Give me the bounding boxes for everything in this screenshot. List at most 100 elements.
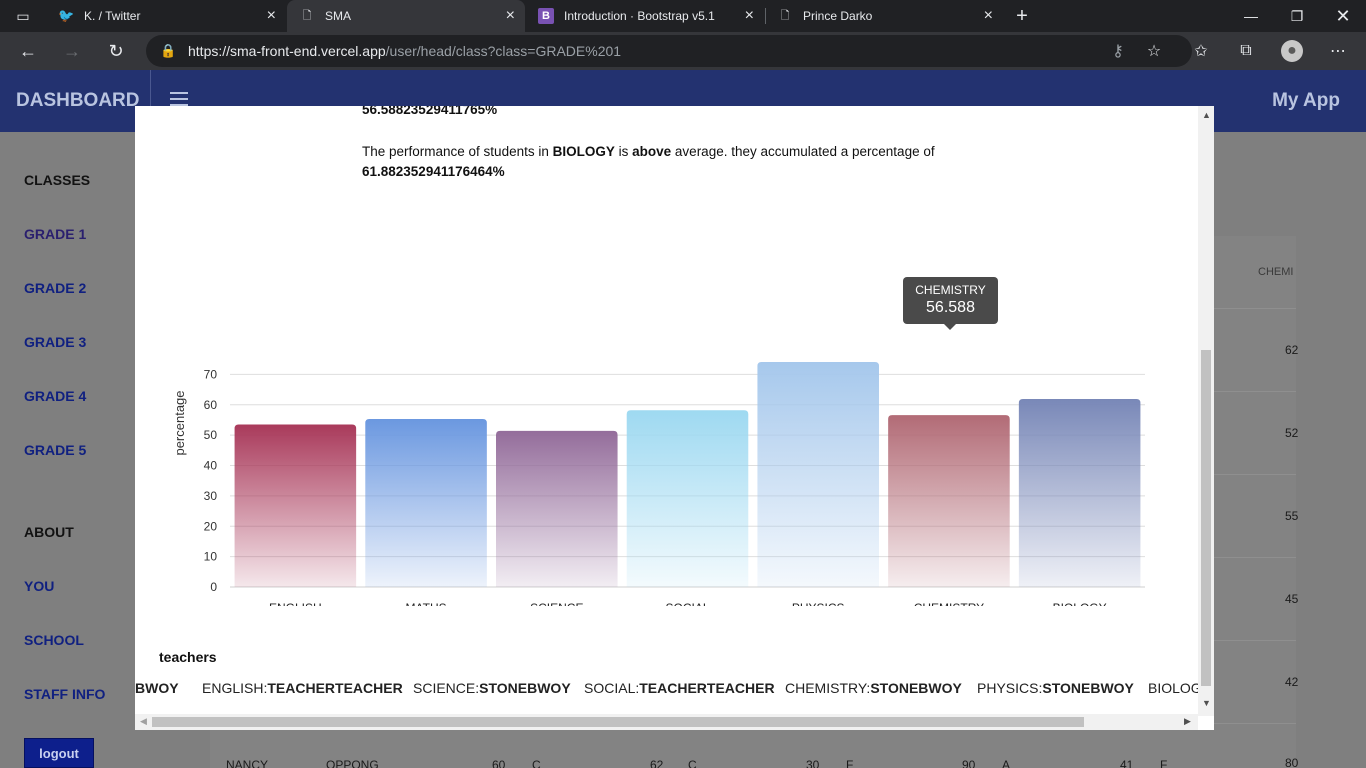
browser-window: ▭ 🐦 K. / Twitter × 🗋 SMA × B Introductio… (0, 0, 1366, 70)
y-tick-label: 30 (204, 489, 218, 503)
subject-performance-modal: 56.58823529411765% The performance of st… (135, 106, 1214, 730)
sidebar: CLASSES GRADE 1 GRADE 2 GRADE 3 GRADE 4 … (0, 132, 150, 768)
sidebar-item-staff-info[interactable]: STAFF INFO (24, 686, 105, 702)
teacher-subject: BIOLOG (1148, 680, 1202, 696)
tab-bootstrap[interactable]: B Introduction · Bootstrap v5.1 × (526, 0, 764, 32)
bar-science (496, 430, 618, 587)
scroll-left-icon[interactable]: ◀ (140, 716, 147, 727)
tab-twitter[interactable]: 🐦 K. / Twitter × (46, 0, 286, 32)
teacher-subject: CHEMISTRY: (785, 680, 871, 696)
more-icon[interactable]: ⋯ (1327, 40, 1349, 62)
app-name[interactable]: My App (1272, 90, 1340, 112)
tab-strip: ▭ 🐦 K. / Twitter × 🗋 SMA × B Introductio… (0, 0, 1366, 32)
close-icon[interactable]: × (506, 8, 515, 24)
table-cell: NANCY (226, 758, 269, 768)
new-tab-icon[interactable]: + (1002, 0, 1042, 32)
close-icon[interactable]: × (267, 8, 276, 24)
sidebar-item-school[interactable]: SCHOOL (24, 632, 84, 648)
classes-heading: CLASSES (24, 172, 91, 188)
x-tick-label: PHYSICS (792, 601, 845, 606)
tab-prince-darko[interactable]: 🗋 Prince Darko × (765, 0, 1003, 32)
sidebar-item-grade-5[interactable]: GRADE 5 (24, 442, 86, 458)
bar-biology (1018, 399, 1141, 587)
y-tick-label: 40 (204, 459, 218, 473)
horizontal-scroll-thumb[interactable] (152, 717, 1084, 727)
teacher-item: SOCIAL:TEACHERTEACHER (584, 680, 775, 696)
logout-button[interactable]: logout (24, 738, 94, 768)
tab-title: K. / Twitter (84, 9, 141, 23)
favorites-icon[interactable]: ✩ (1190, 40, 1212, 62)
dashboard-brand[interactable]: DASHBOARD (16, 90, 140, 112)
x-tick-label: SOCIAL (665, 601, 709, 606)
x-tick-label: ENGLISH (269, 601, 322, 606)
teacher-name: STONEBWOY (1042, 680, 1134, 696)
lock-icon: 🔒 (160, 43, 177, 58)
teachers-heading: teachers (159, 649, 217, 665)
table-cell: 45 (1285, 592, 1299, 606)
y-tick-label: 50 (204, 428, 218, 442)
page-icon: 🗋 (302, 10, 312, 22)
forward-icon[interactable]: → (58, 37, 86, 65)
percentage-value: 61.882352941176464% (362, 164, 505, 179)
sentence-pre: The performance of students in (362, 144, 553, 159)
twitter-icon: 🐦 (58, 8, 75, 23)
window-close-icon[interactable]: ✕ (1320, 0, 1366, 32)
teacher-subject: PHYSICS: (977, 680, 1043, 696)
about-heading: ABOUT (24, 524, 74, 540)
bar-social (626, 410, 749, 587)
scroll-down-icon[interactable]: ▼ (1202, 698, 1211, 708)
key-icon[interactable]: ⚷ (1107, 40, 1129, 62)
vertical-scroll-thumb[interactable] (1201, 350, 1211, 686)
table-cell: 90 (962, 758, 976, 768)
sidebar-item-you[interactable]: YOU (24, 578, 54, 594)
scroll-right-icon[interactable]: ▶ (1184, 716, 1191, 727)
bar-physics (757, 361, 879, 587)
reload-icon[interactable]: ↻ (102, 37, 130, 65)
y-tick-label: 60 (204, 398, 218, 412)
scroll-up-icon[interactable]: ▲ (1202, 110, 1211, 120)
close-icon[interactable]: × (745, 8, 754, 24)
bootstrap-icon: B (538, 8, 554, 24)
y-tick-label: 70 (204, 367, 218, 381)
add-favorite-icon[interactable]: ☆ (1143, 40, 1165, 62)
bar-maths (365, 419, 487, 587)
sidebar-item-grade-4[interactable]: GRADE 4 (24, 388, 86, 404)
address-bar[interactable]: 🔒 https://sma-front-end.vercel.app/user/… (146, 35, 1192, 67)
tab-actions-icon[interactable]: ▭ (0, 0, 46, 32)
table-cell: 62 (650, 758, 664, 768)
url-text[interactable]: https://sma-front-end.vercel.app/user/he… (188, 43, 621, 59)
table-cell: 80 (1285, 756, 1299, 768)
table-cell: 42 (1285, 675, 1299, 689)
tab-sma[interactable]: 🗋 SMA × (287, 0, 525, 32)
url-host: https://sma-front-end.vercel.app (188, 43, 386, 59)
x-tick-label: MATHS (406, 601, 447, 606)
vertical-scrollbar[interactable]: ▲ ▼ (1198, 106, 1214, 716)
table-cell: C (688, 758, 697, 768)
minimize-icon[interactable]: — (1228, 0, 1274, 32)
profile-icon[interactable]: ● (1281, 40, 1303, 62)
x-tick-label: BIOLOGY (1053, 601, 1107, 606)
sidebar-item-grade-1[interactable]: GRADE 1 (24, 226, 86, 242)
back-icon[interactable]: ← (14, 37, 42, 65)
table-cell: 41 (1120, 758, 1134, 768)
teacher-subject: SCIENCE: (413, 680, 480, 696)
horizontal-scrollbar[interactable]: ◀ ▶ (135, 714, 1198, 730)
browser-toolbar: ← → ↻ 🔒 https://sma-front-end.vercel.app… (0, 32, 1366, 70)
chart-tooltip: CHEMISTRY 56.588 (903, 277, 998, 330)
table-cell: 30 (806, 758, 820, 768)
sidebar-item-grade-3[interactable]: GRADE 3 (24, 334, 86, 350)
restore-icon[interactable]: ❐ (1274, 0, 1320, 32)
close-icon[interactable]: × (984, 8, 993, 24)
x-tick-label: SCIENCE (530, 601, 583, 606)
page-icon: 🗋 (780, 10, 790, 22)
sidebar-item-grade-2[interactable]: GRADE 2 (24, 280, 86, 296)
hamburger-menu-icon[interactable] (170, 92, 188, 106)
teacher-name: BWOY (135, 680, 179, 696)
tab-title: Introduction · Bootstrap v5.1 (564, 9, 715, 23)
y-tick-label: 20 (204, 519, 218, 533)
table-cell: 55 (1285, 509, 1299, 523)
table-cell: A (1002, 758, 1011, 768)
collections-icon[interactable]: ⧉ (1235, 40, 1257, 62)
url-path: /user/head/class?class=GRADE%201 (385, 43, 622, 59)
sentence-post: average. they accumulated a percentage o… (671, 144, 935, 159)
